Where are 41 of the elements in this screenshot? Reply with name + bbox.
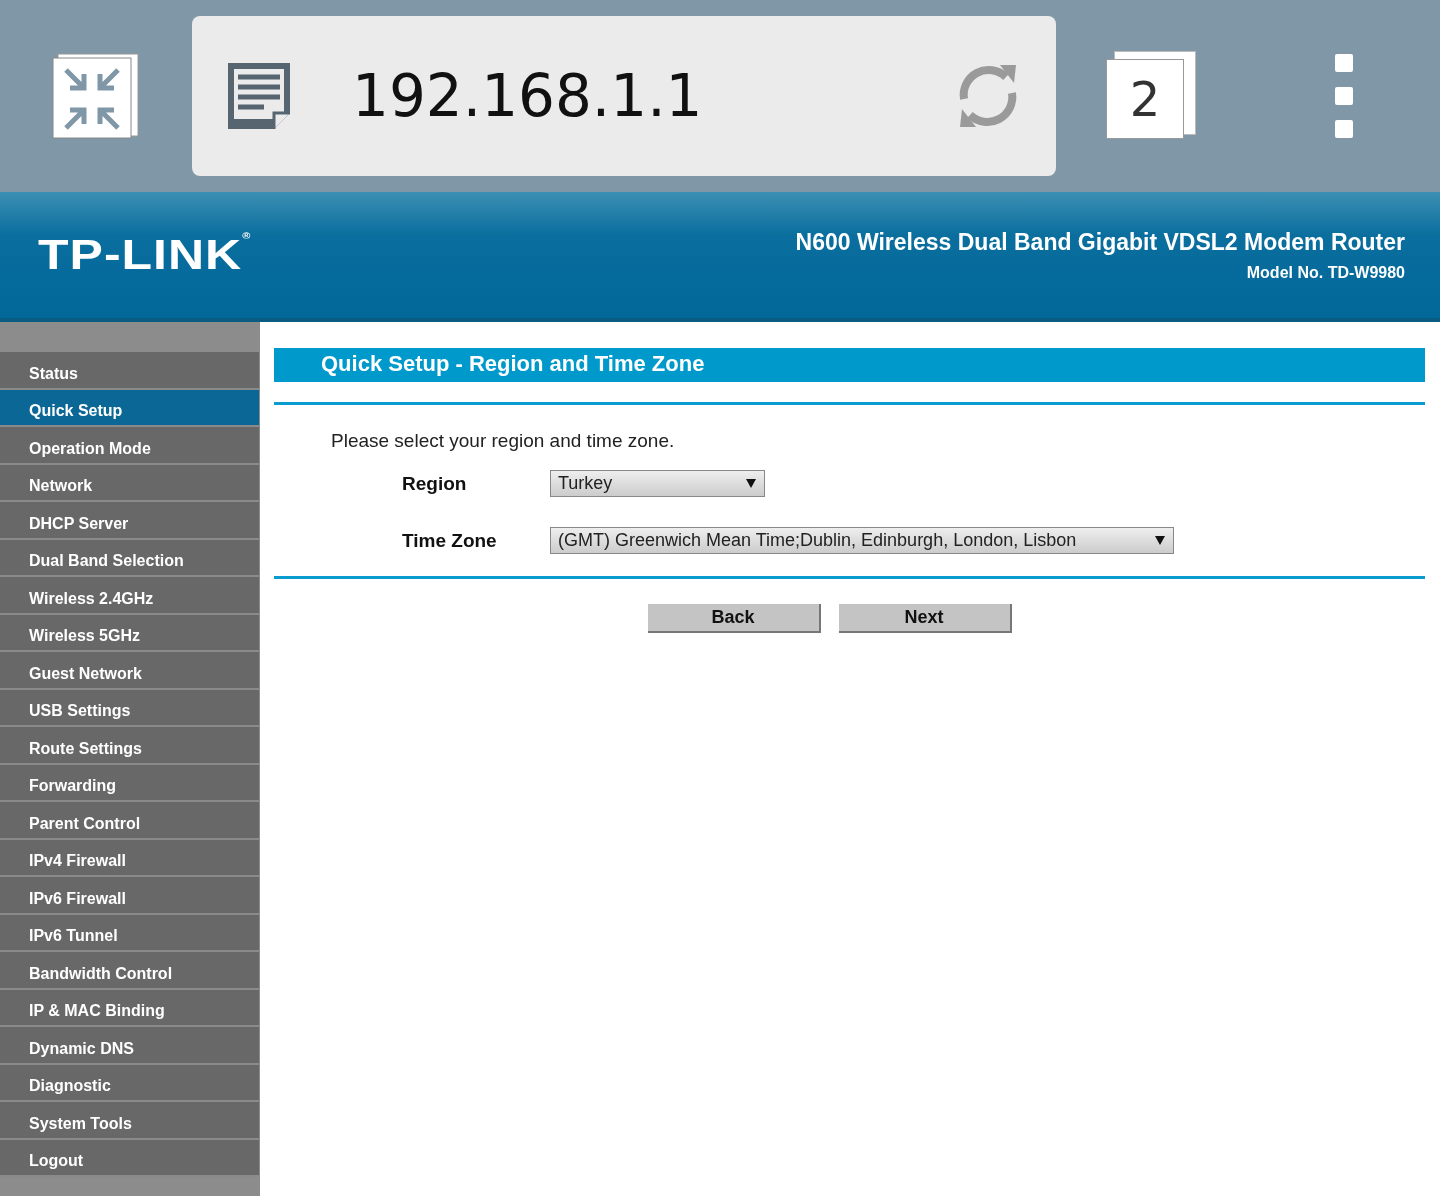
product-name: N600 Wireless Dual Band Gigabit VDSL2 Modem Router: [795, 228, 1405, 256]
sidebar-item[interactable]: System Tools: [0, 1102, 259, 1140]
sidebar-item[interactable]: Operation Mode: [0, 427, 259, 465]
sidebar-item[interactable]: Network: [0, 464, 259, 502]
sidebar-item[interactable]: Bandwidth Control: [0, 952, 259, 990]
sidebar-item[interactable]: Forwarding: [0, 764, 259, 802]
page-icon: [226, 61, 292, 131]
url-text: 192.168.1.1: [352, 62, 704, 130]
menu-icon[interactable]: [1334, 53, 1354, 139]
tab-count[interactable]: 2: [1106, 59, 1184, 139]
page-title: Quick Setup - Region and Time Zone: [274, 348, 1425, 382]
logo: TP-LINK$^{®}$: [38, 230, 252, 280]
field-label: Region: [402, 472, 468, 495]
instruction-text: Please select your region and time zone.: [331, 430, 675, 452]
shrink-screen-icon[interactable]: [52, 52, 140, 140]
dropdown[interactable]: Turkey: [550, 470, 765, 497]
field-label: Time Zone: [402, 529, 498, 552]
sidebar-item[interactable]: Diagnostic: [0, 1064, 259, 1102]
sidebar-item[interactable]: IPv6 Tunnel: [0, 914, 259, 952]
model-number: Model No. TD-W9980: [1245, 263, 1405, 282]
nav-button[interactable]: Next: [838, 604, 1012, 633]
nav-button[interactable]: Back: [647, 604, 821, 633]
sidebar-item[interactable]: Status: [0, 352, 259, 390]
sidebar-item[interactable]: Quick Setup: [0, 389, 259, 427]
sidebar-item[interactable]: Guest Network: [0, 652, 259, 690]
dropdown[interactable]: (GMT) Greenwich Mean Time;Dublin, Edinburgh, London, Lisbon: [550, 527, 1174, 554]
address-bar[interactable]: 192.168.1.1: [192, 16, 1056, 176]
sidebar-item[interactable]: IPv4 Firewall: [0, 839, 259, 877]
sidebar-item[interactable]: Dual Band Selection: [0, 539, 259, 577]
sidebar-item[interactable]: Logout: [0, 1139, 259, 1177]
sidebar-item[interactable]: Dynamic DNS: [0, 1027, 259, 1065]
sidebar-item[interactable]: DHCP Server: [0, 502, 259, 540]
caret-icon: [1155, 536, 1165, 545]
caret-icon: [746, 479, 756, 488]
sidebar-item[interactable]: USB Settings: [0, 689, 259, 727]
sidebar-item[interactable]: Wireless 5GHz: [0, 614, 259, 652]
sidebar-item[interactable]: IPv6 Firewall: [0, 877, 259, 915]
sidebar-item[interactable]: Parent Control: [0, 802, 259, 840]
sidebar-item[interactable]: IP & MAC Binding: [0, 989, 259, 1027]
sidebar-item[interactable]: Wireless 2.4GHz: [0, 577, 259, 615]
sidebar-item[interactable]: Route Settings: [0, 727, 259, 765]
